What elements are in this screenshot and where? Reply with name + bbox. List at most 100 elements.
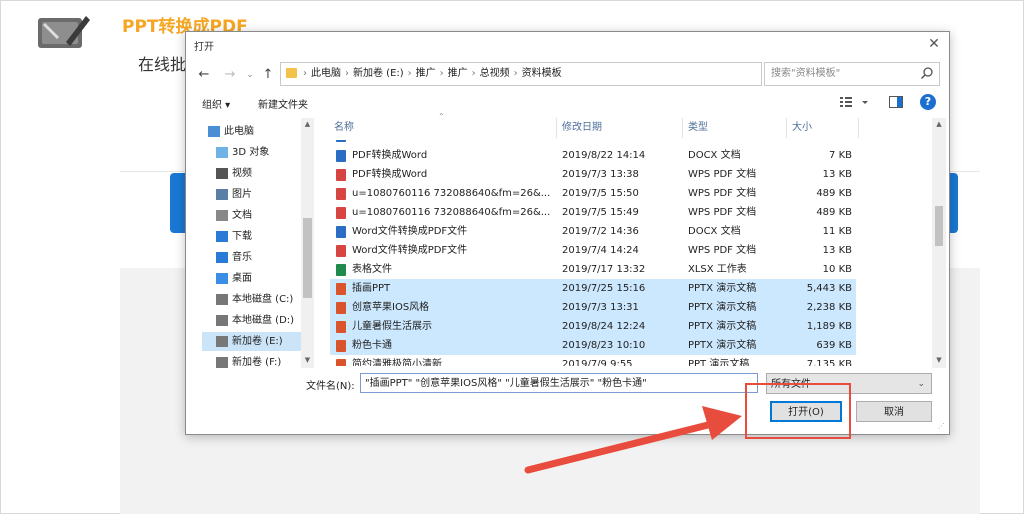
folder-icon [286, 68, 297, 78]
breadcrumb-item[interactable]: 新加卷 (E:) [353, 68, 404, 79]
search-input[interactable]: 搜索"资料模板" [764, 62, 940, 86]
nav-item[interactable]: 图片 [202, 185, 314, 204]
breadcrumb-separator-icon[interactable]: › [440, 68, 444, 79]
word-file-icon [336, 226, 346, 238]
file-name: PDF转换成Word [352, 140, 557, 145]
file-row[interactable]: Word文件转换成PDF文件 2019/7/2 14:36 DOCX 文档 11 KB [330, 222, 856, 241]
help-icon[interactable]: ? [920, 94, 936, 110]
column-header-date[interactable]: 修改日期 [562, 118, 602, 138]
scrollbar-thumb[interactable] [935, 206, 943, 246]
file-size: 7,135 KB [806, 359, 852, 366]
file-type: PPTX 演示文稿 [688, 340, 757, 351]
file-row[interactable]: 表格文件 2019/7/17 13:32 XLSX 工作表 10 KB [330, 260, 856, 279]
file-size: 639 KB [816, 340, 852, 351]
nav-item-label: 音乐 [232, 252, 252, 263]
nav-item[interactable]: 此电脑 [202, 122, 314, 141]
breadcrumb-separator-icon[interactable]: › [303, 68, 307, 79]
nav-item[interactable]: 桌面 [202, 269, 314, 288]
file-row[interactable]: 儿童暑假生活展示 2019/8/24 12:24 PPTX 演示文稿 1,189 KB [330, 317, 856, 336]
navigation-pane: 此电脑 3D 对象视频图片文档下载音乐桌面本地磁盘 (C:) 本地磁盘 (D:) 新加… [202, 118, 314, 368]
recent-locations-button[interactable]: ⌄ [242, 67, 258, 83]
scrollbar-thumb[interactable] [303, 218, 312, 298]
breadcrumb-item[interactable]: 总视频 [480, 68, 510, 79]
ppt-file-icon [336, 359, 346, 366]
file-type: XLSX 工作表 [688, 264, 747, 275]
nav-item[interactable]: 视频 [202, 164, 314, 183]
nav-item[interactable]: 文档 [202, 206, 314, 225]
breadcrumb-separator-icon[interactable]: › [514, 68, 518, 79]
upload-button-left-edge[interactable] [170, 173, 186, 233]
file-row[interactable]: Word文件转换成PDF文件 2019/7/4 14:24 WPS PDF 文档 13… [330, 241, 856, 260]
column-header-size[interactable]: 大小 [792, 118, 812, 138]
documents-icon [216, 210, 228, 221]
preview-pane-icon[interactable] [888, 94, 904, 110]
column-header-name[interactable]: 名称 [334, 118, 354, 138]
file-row[interactable]: PDF转换成Word 2019/8/22 14:14 DOCX 文档 7 KB [330, 146, 856, 165]
scroll-up-icon[interactable]: ▲ [932, 120, 946, 128]
new-folder-button[interactable]: 新建文件夹 [258, 96, 308, 111]
nav-item[interactable]: 下载 [202, 227, 314, 246]
scroll-down-icon[interactable]: ▼ [932, 356, 946, 364]
scroll-down-icon[interactable]: ▼ [301, 356, 314, 364]
file-name: 粉色卡通 [352, 340, 392, 351]
file-list-scrollbar[interactable]: ▲ ▼ [932, 118, 946, 368]
organize-menu[interactable]: 组织 ▾ [202, 96, 230, 111]
app-logo-icon [38, 16, 90, 48]
file-date: 2019/8/24 12:24 [562, 321, 646, 332]
nav-item[interactable]: 新加卷 (F:) [202, 353, 314, 368]
nav-item[interactable]: 3D 对象 [202, 143, 314, 162]
resize-grip-icon[interactable]: ⋰ [938, 422, 946, 430]
scroll-up-icon[interactable]: ▲ [301, 120, 314, 128]
nav-item[interactable]: 音乐 [202, 248, 314, 267]
file-type: WPS PDF 文档 [688, 169, 757, 180]
nav-item[interactable]: 本地磁盘 (D:) [202, 311, 314, 330]
file-row[interactable]: PDF转换成Word [330, 140, 856, 145]
forward-button[interactable]: → [222, 67, 238, 83]
nav-item-label: 桌面 [232, 273, 252, 284]
nav-item-label: 本地磁盘 (D:) [232, 315, 295, 326]
back-button[interactable]: ← [196, 67, 212, 83]
chevron-down-icon: ⌄ [917, 379, 925, 389]
file-list: PDF转换成Word PDF转换成Word 2019/8/22 14:14 DOCX … [330, 140, 856, 366]
nav-item-label: 此电脑 [224, 126, 254, 137]
up-folder-button[interactable]: ↑ [260, 67, 276, 83]
breadcrumb-item[interactable]: 资料模板 [522, 68, 562, 79]
column-divider[interactable] [556, 118, 557, 138]
file-row[interactable]: u=1080760116 732088640&fm=26&... 2019/7/5… [330, 184, 856, 203]
breadcrumb-item[interactable]: 推广 [448, 68, 468, 79]
file-size: 10 KB [822, 264, 852, 275]
breadcrumb-separator-icon[interactable]: › [408, 68, 412, 79]
file-name: PDF转换成Word [352, 150, 428, 161]
file-name: 简约清雅极简小清新 [352, 359, 442, 366]
desktop-icon [216, 273, 228, 284]
breadcrumb-separator-icon[interactable]: › [472, 68, 476, 79]
file-row[interactable]: PDF转换成Word 2019/7/3 13:38 WPS PDF 文档 13 KB [330, 165, 856, 184]
file-row[interactable]: u=1080760116 732088640&fm=26&... 2019/7/5… [330, 203, 856, 222]
close-icon[interactable]: ✕ [926, 36, 942, 52]
breadcrumb-item[interactable]: 此电脑 [311, 68, 341, 79]
nav-item[interactable]: 本地磁盘 (C:) [202, 290, 314, 309]
view-options-icon[interactable] [838, 92, 872, 112]
file-row[interactable]: 插画PPT 2019/7/25 15:16 PPTX 演示文稿 5,443 KB [330, 279, 856, 298]
column-divider[interactable] [858, 118, 859, 138]
nav-item[interactable]: 新加卷 (E:) [202, 332, 314, 351]
file-row[interactable]: 粉色卡通 2019/8/23 10:10 PPTX 演示文稿 639 KB [330, 336, 856, 355]
dialog-title: 打开 [194, 42, 214, 53]
page-subtitle: 在线批 [138, 55, 187, 74]
column-header-type[interactable]: 类型 [688, 118, 708, 138]
navigation-scrollbar[interactable]: ▲ ▼ [301, 118, 314, 368]
address-bar[interactable]: ›此电脑›新加卷 (E:)›推广›推广›总视频›资料模板 ⌄ ↻ [280, 62, 849, 86]
cancel-button[interactable]: 取消 [856, 401, 932, 422]
column-divider[interactable] [786, 118, 787, 138]
filename-input[interactable]: "插画PPT" "创意苹果IOS风格" "儿童暑假生活展示" "粉色卡通" [360, 373, 758, 393]
breadcrumb-separator-icon[interactable]: › [345, 68, 349, 79]
file-size: 13 KB [822, 245, 852, 256]
column-divider[interactable] [682, 118, 683, 138]
nav-item-label: 本地磁盘 (C:) [232, 294, 294, 305]
file-row[interactable]: 创意苹果IOS风格 2019/7/3 13:31 PPTX 演示文稿 2,238 KB [330, 298, 856, 317]
breadcrumb-item[interactable]: 推广 [416, 68, 436, 79]
file-size: 5,443 KB [806, 283, 852, 294]
file-row[interactable]: 简约清雅极简小清新 2019/7/9 9:55 PPT 演示文稿 7,135 KB [330, 355, 856, 366]
pdf-file-icon [336, 188, 346, 200]
sort-ascending-icon: ⌃ [438, 112, 445, 121]
